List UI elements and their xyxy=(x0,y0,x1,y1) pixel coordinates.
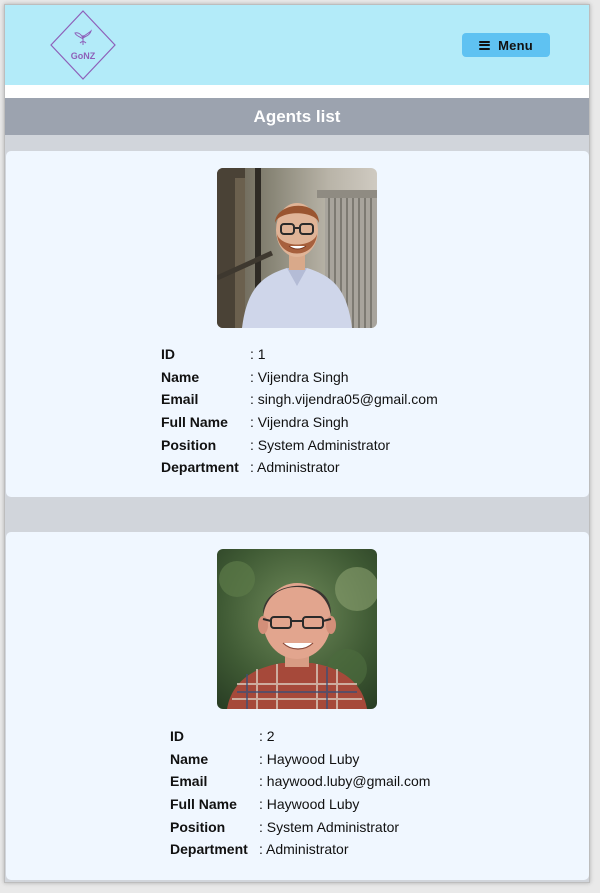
label-name: Name xyxy=(170,750,209,767)
value-full-name: : Vijendra Singh xyxy=(250,414,349,431)
value-full-name: : Haywood Luby xyxy=(259,796,360,813)
info-row-email: Email : haywood.luby@gmail.com xyxy=(170,770,430,793)
value-position: : System Administrator xyxy=(250,436,391,453)
info-row-department: Department : Administrator xyxy=(161,456,438,479)
logo-text: GoNZ xyxy=(70,51,96,61)
title-bar: Agents list xyxy=(5,98,589,135)
menu-button[interactable]: Menu xyxy=(462,33,550,57)
info-row-position: Position : System Administrator xyxy=(170,815,430,838)
label-full-name: Full Name xyxy=(161,414,228,431)
info-row-name: Name : Haywood Luby xyxy=(170,748,430,771)
label-id: ID xyxy=(161,346,175,363)
info-row-email: Email : singh.vijendra05@gmail.com xyxy=(161,388,438,411)
agent-card: ID : 2 Name : Haywood Luby Email : haywo… xyxy=(6,532,589,880)
agent-photo xyxy=(217,168,377,328)
label-id: ID xyxy=(170,728,184,745)
menu-button-label: Menu xyxy=(498,37,533,53)
agent-photo-image xyxy=(217,549,377,709)
info-row-full-name: Full Name : Haywood Luby xyxy=(170,793,430,816)
label-email: Email xyxy=(161,391,199,408)
label-position: Position xyxy=(161,436,217,453)
agent-info-table: ID : 1 Name : Vijendra Singh Email : sin… xyxy=(161,343,438,479)
info-row-full-name: Full Name : Vijendra Singh xyxy=(161,411,438,434)
logo[interactable]: GoNZ xyxy=(49,9,117,81)
info-row-id: ID : 1 xyxy=(161,343,438,366)
value-department: : Administrator xyxy=(259,841,349,858)
header-divider xyxy=(5,85,589,98)
value-position: : System Administrator xyxy=(259,818,400,835)
value-id: : 2 xyxy=(259,728,275,745)
label-department: Department xyxy=(170,841,248,858)
info-row-position: Position : System Administrator xyxy=(161,433,438,456)
header: GoNZ Menu xyxy=(5,5,589,85)
agent-photo xyxy=(217,549,377,709)
value-email: : singh.vijendra05@gmail.com xyxy=(250,391,438,408)
label-full-name: Full Name xyxy=(170,796,237,813)
label-department: Department xyxy=(161,459,239,476)
info-row-department: Department : Administrator xyxy=(170,838,430,861)
page-title: Agents list xyxy=(253,106,341,126)
value-name: : Vijendra Singh xyxy=(250,368,349,385)
value-id: : 1 xyxy=(250,346,266,363)
info-row-name: Name : Vijendra Singh xyxy=(161,366,438,389)
info-row-id: ID : 2 xyxy=(170,725,430,748)
agent-photo-image xyxy=(217,168,377,328)
label-name: Name xyxy=(161,368,200,385)
label-position: Position xyxy=(170,818,226,835)
agent-info-table: ID : 2 Name : Haywood Luby Email : haywo… xyxy=(170,725,430,861)
value-department: : Administrator xyxy=(250,459,340,476)
app-frame: GoNZ Menu Agents list ID: 1 Name: Vije… xyxy=(4,4,590,883)
agent-card: ID : 1 Name : Vijendra Singh Email : sin… xyxy=(6,151,589,497)
logo-diamond-icon xyxy=(50,10,116,80)
hamburger-icon xyxy=(479,40,491,50)
label-email: Email xyxy=(170,773,208,790)
value-name: : Haywood Luby xyxy=(259,750,360,767)
value-email: : haywood.luby@gmail.com xyxy=(259,773,431,790)
